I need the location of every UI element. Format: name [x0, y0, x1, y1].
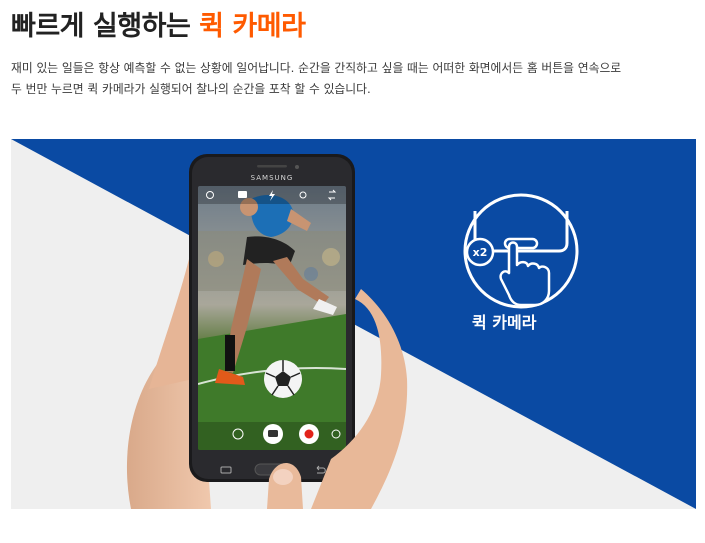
smartphone: SAMSUNG [189, 154, 355, 482]
page-title-accent: 퀵 카메라 [199, 11, 306, 42]
fingernail [273, 469, 293, 485]
shutter-camera-icon [268, 430, 278, 437]
page-title: 빠르게 실행하는 퀵 카메라 [11, 4, 306, 43]
feature-description: 재미 있는 일들은 항상 예측할 수 없는 상황에 일어납니다. 순간을 간직하… [11, 58, 696, 100]
camera-top-bar [198, 186, 346, 204]
camera-mode-icon[interactable] [238, 191, 247, 198]
phone-screen [198, 186, 346, 450]
feature-description-line-2: 두 번만 누르면 퀵 카메라가 실행되어 찰나의 순간을 포착 할 수 있습니다… [11, 82, 371, 96]
phone-front-camera [295, 165, 299, 169]
phone-earpiece [257, 165, 287, 168]
phone-brand-logo: SAMSUNG [251, 174, 294, 182]
banner-illustration: SAMSUNG x2 [11, 139, 696, 509]
press-count-label: x2 [473, 246, 488, 259]
quick-camera-banner: SAMSUNG x2 퀵 카메라 [11, 139, 696, 509]
feature-description-line-1: 재미 있는 일들은 항상 예측할 수 없는 상황에 일어납니다. 순간을 간직하… [11, 61, 622, 75]
record-dot-icon [304, 429, 314, 439]
quick-camera-label: 퀵 카메라 [472, 313, 537, 332]
soccer-ball [264, 360, 302, 398]
page-title-prefix: 빠르게 실행하는 [11, 11, 200, 42]
camera-bottom-bar [198, 422, 346, 450]
